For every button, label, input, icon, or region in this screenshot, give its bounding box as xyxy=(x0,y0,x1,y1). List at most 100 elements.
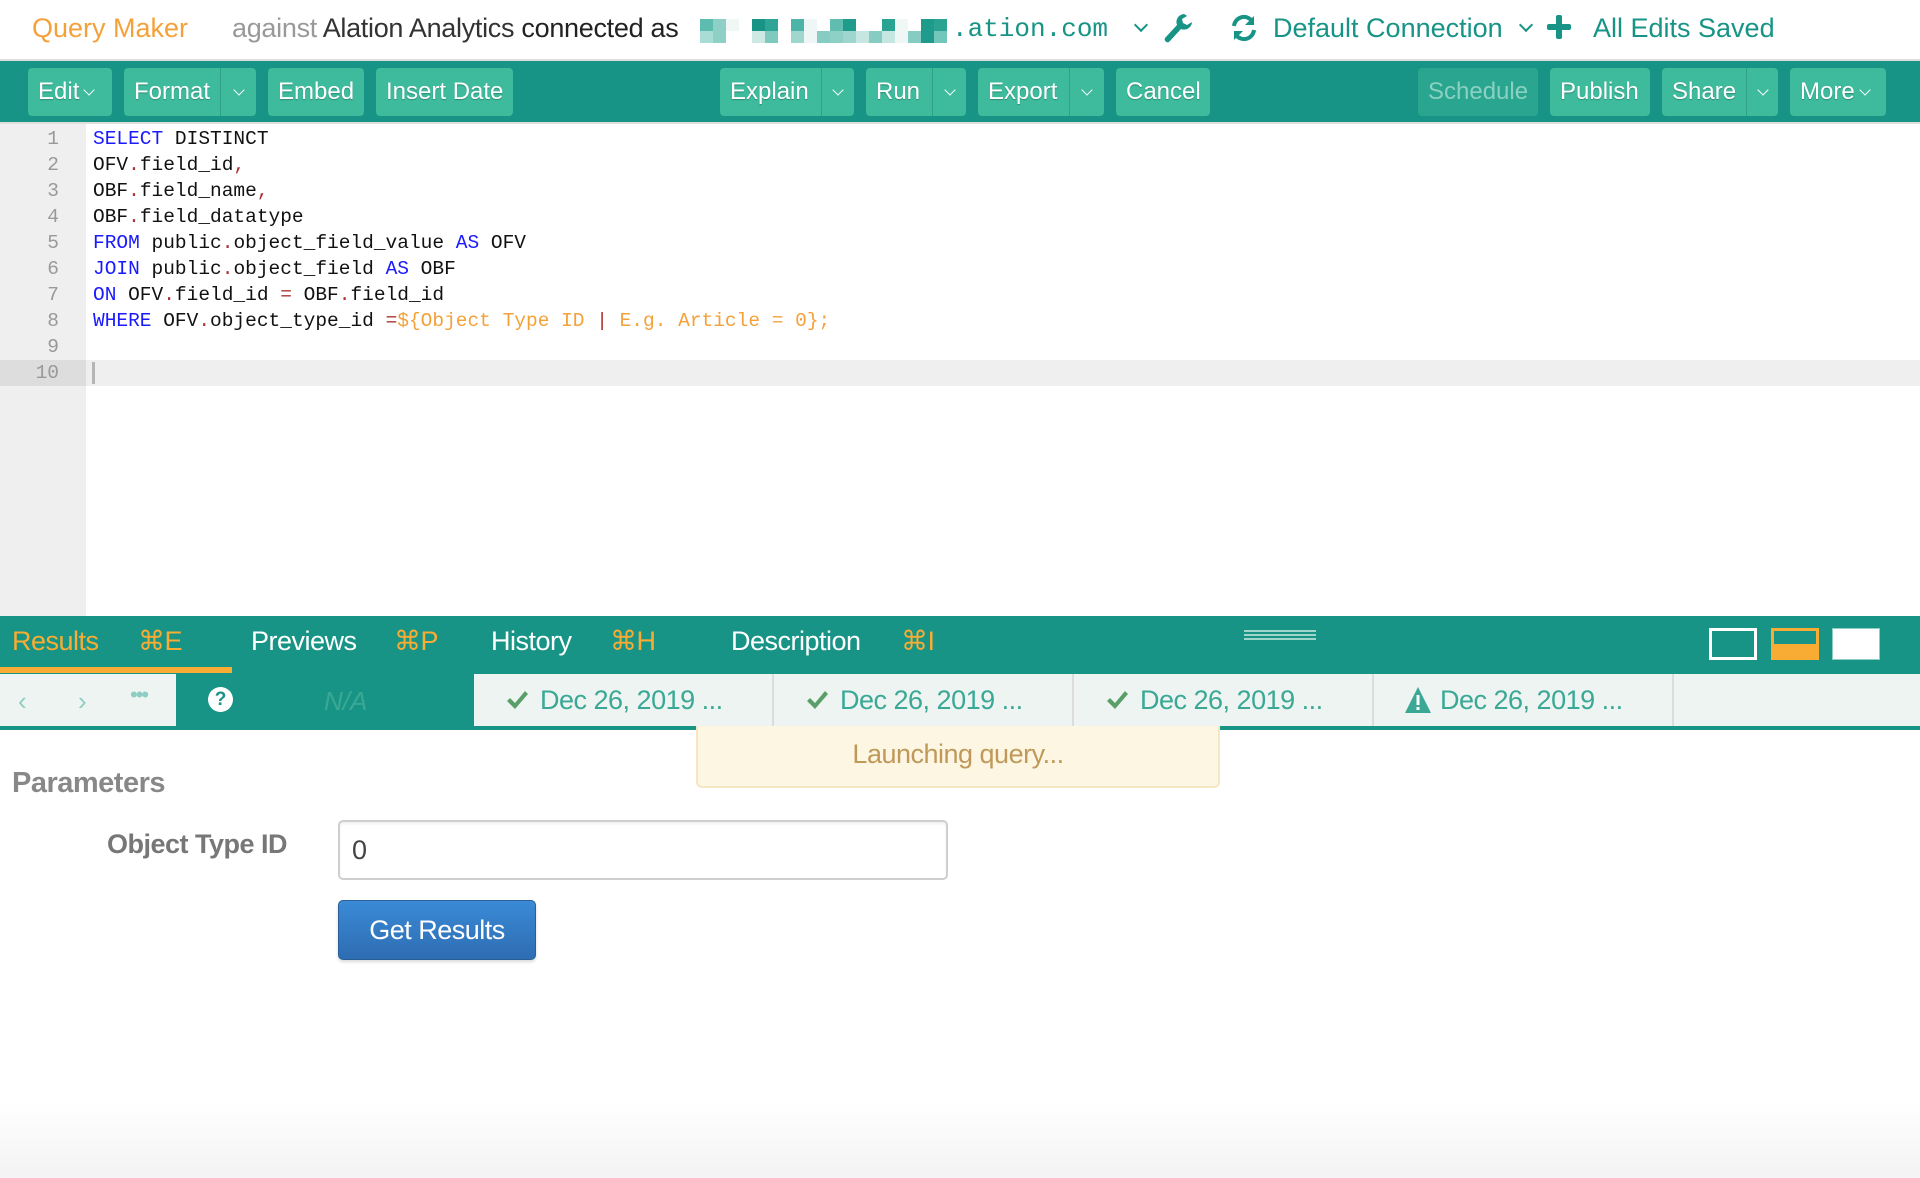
connected-as-label: connected as xyxy=(521,13,679,43)
code-line[interactable]: 8 WHERE OFV.object_type_id =${Object Type… xyxy=(0,308,1920,334)
sql-token: object_field xyxy=(233,258,386,280)
sql-keyword: SELECT xyxy=(93,128,164,150)
tab-previews[interactable]: Previews ⌘P xyxy=(251,626,439,657)
code-text: SELECT DISTINCT xyxy=(93,126,269,152)
check-icon xyxy=(1107,691,1128,709)
sql-operator: . xyxy=(198,310,211,332)
user-chevron-down-icon[interactable] xyxy=(1133,17,1149,33)
schedule-button[interactable]: Schedule xyxy=(1418,68,1538,116)
explain-button[interactable]: Explain xyxy=(720,68,854,116)
sql-keyword: AS xyxy=(385,258,409,280)
line-number: 7 xyxy=(47,284,59,306)
code-line[interactable]: 1 SELECT DISTINCT xyxy=(0,126,1920,152)
object-type-id-input[interactable] xyxy=(338,820,948,880)
history-item[interactable]: Dec 26, 2019 ... xyxy=(1374,674,1674,726)
export-button[interactable]: Export xyxy=(978,68,1104,116)
layout-results-only-icon[interactable] xyxy=(1832,628,1880,660)
chevron-down-icon xyxy=(943,83,956,96)
chevron-down-icon xyxy=(1081,83,1093,96)
sql-token: OFV xyxy=(116,284,164,306)
launching-query-toast: Launching query... xyxy=(696,726,1220,788)
page-bottom-fade xyxy=(0,1100,1920,1178)
code-line[interactable]: 2 OFV.field_id, xyxy=(0,152,1920,178)
connection-selector[interactable]: Default Connection xyxy=(1273,13,1503,44)
sql-operator: = xyxy=(385,310,398,332)
sql-token: OBF xyxy=(408,258,456,280)
history-prev-button[interactable]: ‹ xyxy=(18,686,27,717)
save-status: All Edits Saved xyxy=(1593,13,1775,43)
format-dropdown-toggle[interactable] xyxy=(220,68,256,116)
refresh-icon[interactable] xyxy=(1230,14,1258,42)
sql-token: public xyxy=(139,258,222,280)
editor-toolbar: Edit Format Embed Insert Date Explain Ru… xyxy=(0,61,1920,122)
sql-token: OBF xyxy=(93,206,129,228)
get-results-button[interactable]: Get Results xyxy=(338,900,536,960)
code-line[interactable]: 7 ON OFV.field_id = OBF.field_id xyxy=(0,282,1920,308)
chevron-down-icon xyxy=(1756,83,1769,96)
explain-dropdown-toggle[interactable] xyxy=(821,68,854,116)
run-button[interactable]: Run xyxy=(866,68,966,116)
sql-token: field_id xyxy=(174,284,281,306)
sql-token: field_datatype xyxy=(139,206,304,228)
user-email[interactable]: .ation.com xyxy=(952,14,1108,44)
history-next-button[interactable]: › xyxy=(78,686,87,717)
new-query-plus-icon[interactable] xyxy=(1547,15,1571,39)
history-item[interactable]: Dec 26, 2019 ... xyxy=(474,674,774,726)
connection-info: against Alation Analytics connected as xyxy=(232,13,679,44)
insert-date-button[interactable]: Insert Date xyxy=(376,68,513,116)
code-line[interactable]: 10 xyxy=(0,360,1920,386)
sql-editor[interactable]: 1 SELECT DISTINCT 2 OFV.field_id, 3 OBF.field… xyxy=(0,122,1920,616)
sql-operator: , xyxy=(256,180,269,202)
layout-editor-only-icon[interactable] xyxy=(1709,628,1757,660)
line-number: 3 xyxy=(47,180,59,202)
history-item-label: Dec 26, 2019 ... xyxy=(1440,685,1623,715)
sql-operator: . xyxy=(163,284,175,306)
sql-token: OBF xyxy=(291,284,339,306)
line-number: 4 xyxy=(47,206,59,228)
edit-button[interactable]: Edit xyxy=(28,68,112,116)
cancel-button[interactable]: Cancel xyxy=(1116,68,1210,116)
code-text: OBF.field_datatype xyxy=(93,204,304,230)
share-dropdown-toggle[interactable] xyxy=(1746,68,1778,116)
history-item-label: Dec 26, 2019 ... xyxy=(540,685,723,715)
sql-operator: . xyxy=(221,232,234,254)
sql-keyword: AS xyxy=(455,232,480,254)
code-line[interactable]: 4 OBF.field_datatype xyxy=(0,204,1920,230)
code-line[interactable]: 5 FROM public.object_field_value AS OFV xyxy=(0,230,1920,256)
resize-drag-handle[interactable] xyxy=(1244,630,1316,642)
line-number: 2 xyxy=(47,154,59,176)
format-button[interactable]: Format xyxy=(124,68,256,116)
datasource-name: Alation Analytics xyxy=(322,13,515,43)
code-line[interactable]: 3 OBF.field_name, xyxy=(0,178,1920,204)
layout-split-icon[interactable] xyxy=(1771,628,1819,660)
tab-description[interactable]: Description ⌘I xyxy=(731,626,935,657)
wrench-icon[interactable] xyxy=(1162,12,1194,46)
tab-results[interactable]: Results ⌘E xyxy=(12,626,183,657)
sql-token: DISTINCT xyxy=(163,128,269,150)
connection-chevron-down-icon[interactable] xyxy=(1518,17,1534,33)
embed-button[interactable]: Embed xyxy=(268,68,364,116)
export-dropdown-toggle[interactable] xyxy=(1069,68,1104,116)
history-item-current[interactable]: ? N/A xyxy=(176,674,474,726)
code-line[interactable]: 9 xyxy=(0,334,1920,360)
run-dropdown-toggle[interactable] xyxy=(932,68,966,116)
line-number: 10 xyxy=(0,360,86,386)
history-more-button[interactable]: ••• xyxy=(130,682,149,708)
sql-token: OFV xyxy=(93,154,129,176)
app-title[interactable]: Query Maker xyxy=(32,13,188,44)
line-number: 8 xyxy=(47,310,59,332)
parameters-heading: Parameters xyxy=(12,767,166,799)
shortcut-hint: ⌘P xyxy=(394,626,439,656)
code-text: JOIN public.object_field AS OBF xyxy=(93,256,456,282)
code-text: ON OFV.field_id = OBF.field_id xyxy=(93,282,444,308)
share-button[interactable]: Share xyxy=(1662,68,1778,116)
warning-icon xyxy=(1405,687,1431,713)
publish-button[interactable]: Publish xyxy=(1550,68,1650,116)
history-item[interactable]: Dec 26, 2019 ... xyxy=(1074,674,1374,726)
tab-history[interactable]: History ⌘H xyxy=(491,626,656,657)
code-line[interactable]: 6 JOIN public.object_field AS OBF xyxy=(0,256,1920,282)
sql-token: object_type_id xyxy=(210,310,386,332)
more-button[interactable]: More xyxy=(1790,68,1886,116)
history-item[interactable]: Dec 26, 2019 ... xyxy=(774,674,1074,726)
against-label: against xyxy=(232,13,317,43)
